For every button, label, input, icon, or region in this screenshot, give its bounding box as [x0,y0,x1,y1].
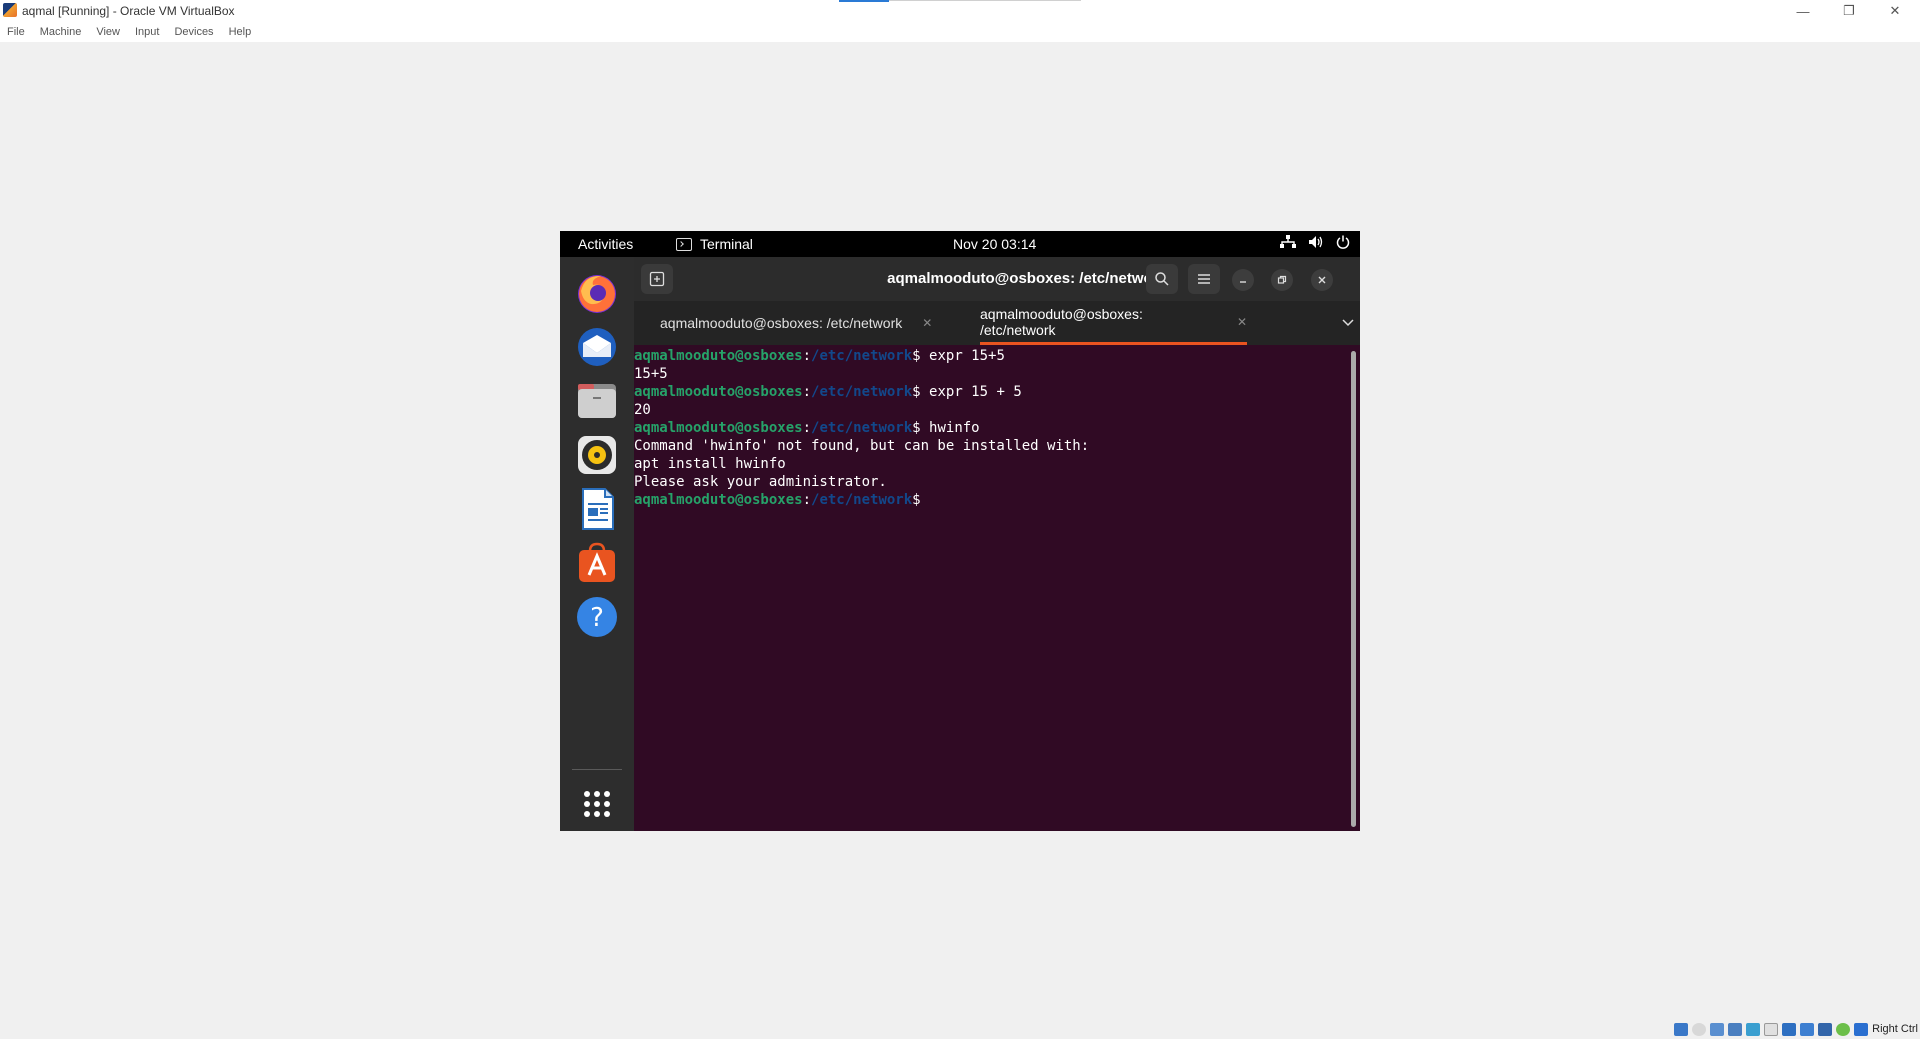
dock: ? [560,257,634,831]
rhythmbox-icon[interactable] [575,433,619,477]
terminal-line: aqmalmooduto@osboxes:/etc/network$ expr … [634,348,1005,364]
hdd-status-icon[interactable] [1674,1023,1688,1036]
restore-icon [1277,275,1287,284]
prompt-path: /etc/network [811,384,913,400]
firefox-icon[interactable] [575,271,619,315]
menu-view[interactable]: View [96,26,120,38]
gnome-top-bar: Activities Terminal Nov 20 03:14 [560,231,1360,257]
shared-folders-icon[interactable] [1764,1023,1778,1036]
optical-drive-icon[interactable] [1692,1023,1706,1036]
system-tray[interactable] [1280,235,1350,249]
help-icon[interactable]: ? [575,595,619,639]
status-icons [1674,1023,1868,1036]
host-minimize-button[interactable]: — [1780,0,1826,22]
app-menu-button[interactable]: Terminal [676,236,753,252]
minimize-button[interactable] [1232,269,1254,291]
close-icon [1318,276,1326,284]
video-capture-icon[interactable] [1800,1023,1814,1036]
volume-icon[interactable] [1308,235,1324,249]
titlebar-focus-indicator [839,0,889,2]
network-adapter-icon[interactable] [1728,1023,1742,1036]
terminal-line: aqmalmooduto@osboxes:/etc/network$ hwinf… [634,420,980,436]
terminal-line: apt install hwinfo [634,456,786,472]
prompt-user: aqmalmooduto@osboxes [634,420,803,436]
host-menubar: File Machine View Input Devices Help [0,22,1920,42]
menu-input[interactable]: Input [135,26,159,38]
prompt-user: aqmalmooduto@osboxes [634,492,803,508]
minimize-icon [1240,281,1246,283]
menu-machine[interactable]: Machine [40,26,82,38]
audio-icon[interactable] [1710,1023,1724,1036]
terminal-line: aqmalmooduto@osboxes:/etc/network$ expr … [634,384,1022,400]
terminal-line: 20 [634,402,651,418]
tab-label: aqmalmooduto@osboxes: /etc/network [660,315,903,331]
prompt-path: /etc/network [811,492,913,508]
thunderbird-icon[interactable] [575,325,619,369]
tab-bar: aqmalmooduto@osboxes: /etc/network ✕ aqm… [634,301,1360,345]
terminal-line: 15+5 [634,366,668,382]
tab-2-active[interactable]: aqmalmooduto@osboxes: /etc/network ✕ [980,301,1247,345]
close-button[interactable] [1311,269,1333,291]
host-window-title: aqmal [Running] - Oracle VM VirtualBox [22,4,235,18]
ubuntu-software-icon[interactable] [575,541,619,585]
activities-button[interactable]: Activities [578,236,633,252]
terminal-scrollbar[interactable] [1351,351,1356,827]
command-text: hwinfo [920,420,980,436]
network-icon[interactable] [1280,235,1296,249]
usb-icon[interactable] [1746,1023,1760,1036]
hamburger-menu-icon [1198,274,1210,284]
terminal-window[interactable]: aqmalmooduto@osboxes: /etc/network aqmal… [634,257,1360,831]
host-close-button[interactable]: ✕ [1872,0,1918,22]
virtualbox-app-icon [3,3,17,17]
chevron-down-icon [1342,319,1354,327]
power-icon[interactable] [1336,235,1350,249]
host-status-bar: Right Ctrl [0,1020,1920,1039]
menu-help[interactable]: Help [229,26,252,38]
display-icon[interactable] [1782,1023,1796,1036]
guest-screen[interactable]: Activities Terminal Nov 20 03:14 ? aqmal… [560,231,1360,831]
tabs-dropdown-button[interactable] [1342,316,1354,330]
files-icon[interactable] [575,379,619,423]
svg-text:?: ? [590,603,604,633]
prompt-user: aqmalmooduto@osboxes [634,348,803,364]
host-key-label: Right Ctrl [1872,1023,1918,1035]
prompt-user: aqmalmooduto@osboxes [634,384,803,400]
search-button[interactable] [1146,264,1178,294]
command-text: expr 15 + 5 [920,384,1022,400]
show-applications-icon[interactable] [575,782,619,826]
host-titlebar: aqmal [Running] - Oracle VM VirtualBox —… [0,0,1920,22]
tab-close-icon[interactable]: ✕ [922,316,932,330]
search-icon [1155,272,1169,286]
vt-x-icon[interactable] [1818,1023,1832,1036]
mouse-integration-icon[interactable] [1854,1023,1868,1036]
prompt-path: /etc/network [811,348,913,364]
terminal-headerbar[interactable]: aqmalmooduto@osboxes: /etc/network [634,257,1360,301]
terminal-line: Command 'hwinfo' not found, but can be i… [634,438,1090,454]
terminal-line: Please ask your administrator. [634,474,887,490]
titlebar-divider [889,0,1081,1]
menu-devices[interactable]: Devices [174,26,213,38]
tab-label: aqmalmooduto@osboxes: /etc/network [980,305,1143,338]
host-restore-button[interactable]: ❐ [1826,0,1872,22]
tab-close-icon[interactable]: ✕ [1237,315,1247,329]
maximize-button[interactable] [1271,269,1293,291]
terminal-output[interactable]: aqmalmooduto@osboxes:/etc/network$ expr … [634,345,1348,831]
dock-separator [572,769,622,770]
tab-1[interactable]: aqmalmooduto@osboxes: /etc/network ✕ [660,301,978,345]
clock[interactable]: Nov 20 03:14 [953,236,1103,252]
libreoffice-writer-icon[interactable] [575,487,619,531]
command-text: expr 15+5 [920,348,1005,364]
terminal-icon [676,237,692,251]
terminal-line: aqmalmooduto@osboxes:/etc/network$ [634,492,921,508]
app-menu-label: Terminal [700,236,753,252]
prompt-path: /etc/network [811,420,913,436]
menu-file[interactable]: File [7,26,25,38]
guest-additions-icon[interactable] [1836,1023,1850,1036]
hamburger-menu-button[interactable] [1188,264,1220,294]
